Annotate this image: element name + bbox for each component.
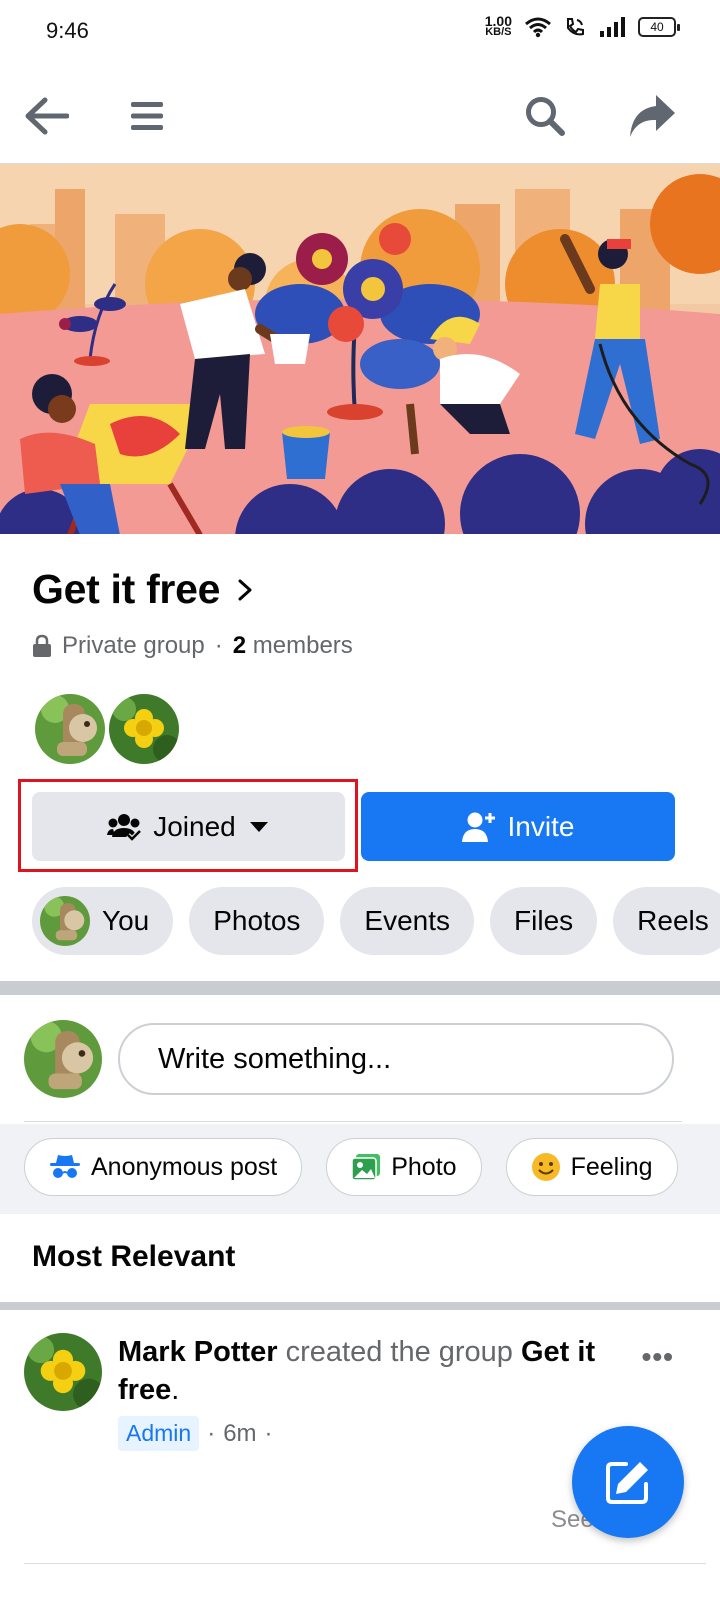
write-something-input[interactable]: Write something... [118,1023,674,1095]
admin-badge: Admin [118,1416,200,1451]
network-speed-unit: KB/S [485,26,512,38]
meta-separator: · [214,632,223,659]
group-meta: Private group · 2 members [32,632,353,660]
top-nav [0,70,720,162]
status-time: 9:46 [46,18,89,43]
tab-label: Files [514,905,574,936]
tab-label: Events [364,905,451,936]
menu-button[interactable] [119,88,175,144]
invite-label: Invite [507,810,575,842]
anonymous-post-button[interactable]: Anonymous post [24,1138,303,1196]
anonymous-post-label: Anonymous post [91,1152,278,1181]
caret-down-icon [249,821,268,832]
add-person-icon [461,812,495,842]
incognito-icon [50,1155,80,1178]
group-members-check-icon [107,813,142,841]
back-button[interactable] [18,88,74,144]
feeling-label: Feeling [570,1152,653,1181]
status-icons: 1.00 KB/S 40 [485,14,680,38]
post-end-punct: . [171,1374,180,1406]
post-time[interactable]: 6m [223,1420,256,1448]
post-action-text: created the group [277,1336,521,1368]
joined-label: Joined [153,810,236,842]
yellow-flower-avatar-image [24,1333,102,1411]
members-count-text[interactable]: 2 members [233,632,353,660]
battery-indicator: 40 [638,17,680,37]
composer-avatar[interactable] [24,1020,102,1098]
edit-pencil-icon [606,1462,648,1504]
member-avatar-teddy[interactable] [32,691,108,767]
post-author-name[interactable]: Mark Potter [118,1336,278,1368]
member-avatars[interactable] [32,691,182,767]
composer-divider [24,1121,682,1122]
arrow-left-icon [25,97,69,135]
tab-photos[interactable]: Photos [189,887,325,955]
yellow-flower-avatar-image [109,694,179,764]
section-divider [0,981,720,995]
signal-icon [600,17,625,37]
post-composer: Write something... [24,1020,674,1098]
create-post-fab[interactable] [572,1426,684,1538]
post-dot: · [207,1419,216,1447]
tab-you[interactable]: You [32,887,174,955]
tab-label: Reels [637,905,709,936]
post-headline: Mark Potter created the group Get it fre… [118,1333,608,1409]
share-button[interactable] [624,88,680,144]
teddy-bear-avatar-image [35,694,105,764]
teddy-bear-avatar-image [40,896,90,946]
post-divider [24,1563,706,1564]
search-icon [526,97,565,136]
post-more-options-icon[interactable]: ••• [642,1341,674,1373]
sort-dropdown[interactable]: Most Relevant [32,1240,235,1274]
cover-illustration [0,164,720,534]
feed-divider [0,1302,720,1310]
member-avatar-flower[interactable] [106,691,182,767]
member-count: 2 [232,632,247,659]
tab-events[interactable]: Events [340,887,475,955]
write-placeholder: Write something... [158,1042,392,1075]
share-icon [630,95,675,137]
post-actions: Anonymous post Photo Feeling [24,1138,678,1196]
privacy-label: Private group [62,632,205,659]
tab-label: You [102,905,150,936]
post-dot: · [264,1419,273,1447]
wifi-call-icon [567,18,584,36]
tab-reels[interactable]: Reels [613,887,720,955]
lock-icon [33,634,51,657]
photo-icon [351,1154,381,1181]
search-button[interactable] [517,88,573,144]
members-label: members [252,632,353,659]
post-author-avatar[interactable] [24,1333,102,1411]
group-cover-image[interactable] [0,163,720,534]
status-bar: 9:46 1.00 KB/S 40 [0,0,720,64]
group-title[interactable]: Get it free [32,566,220,613]
photo-label: Photo [391,1152,457,1181]
joined-button[interactable]: Joined [32,792,345,861]
user-avatar [40,896,90,946]
photo-button[interactable]: Photo [326,1138,482,1196]
wifi-icon [525,17,551,38]
smiley-icon [531,1153,560,1181]
post-subline: Admin · 6m · [118,1416,273,1451]
group-tabs: You Photos Events Files Reels [32,887,720,955]
invite-button[interactable]: Invite [361,792,675,861]
hamburger-menu-icon [131,102,163,130]
teddy-bear-avatar-image [24,1020,102,1098]
group-title-row[interactable]: Get it free [32,566,252,613]
chevron-right-icon [238,579,252,600]
tab-files[interactable]: Files [490,887,598,955]
network-speed: 1.00 KB/S [485,14,512,38]
feeling-button[interactable]: Feeling [505,1138,678,1196]
tab-label: Photos [213,905,301,936]
